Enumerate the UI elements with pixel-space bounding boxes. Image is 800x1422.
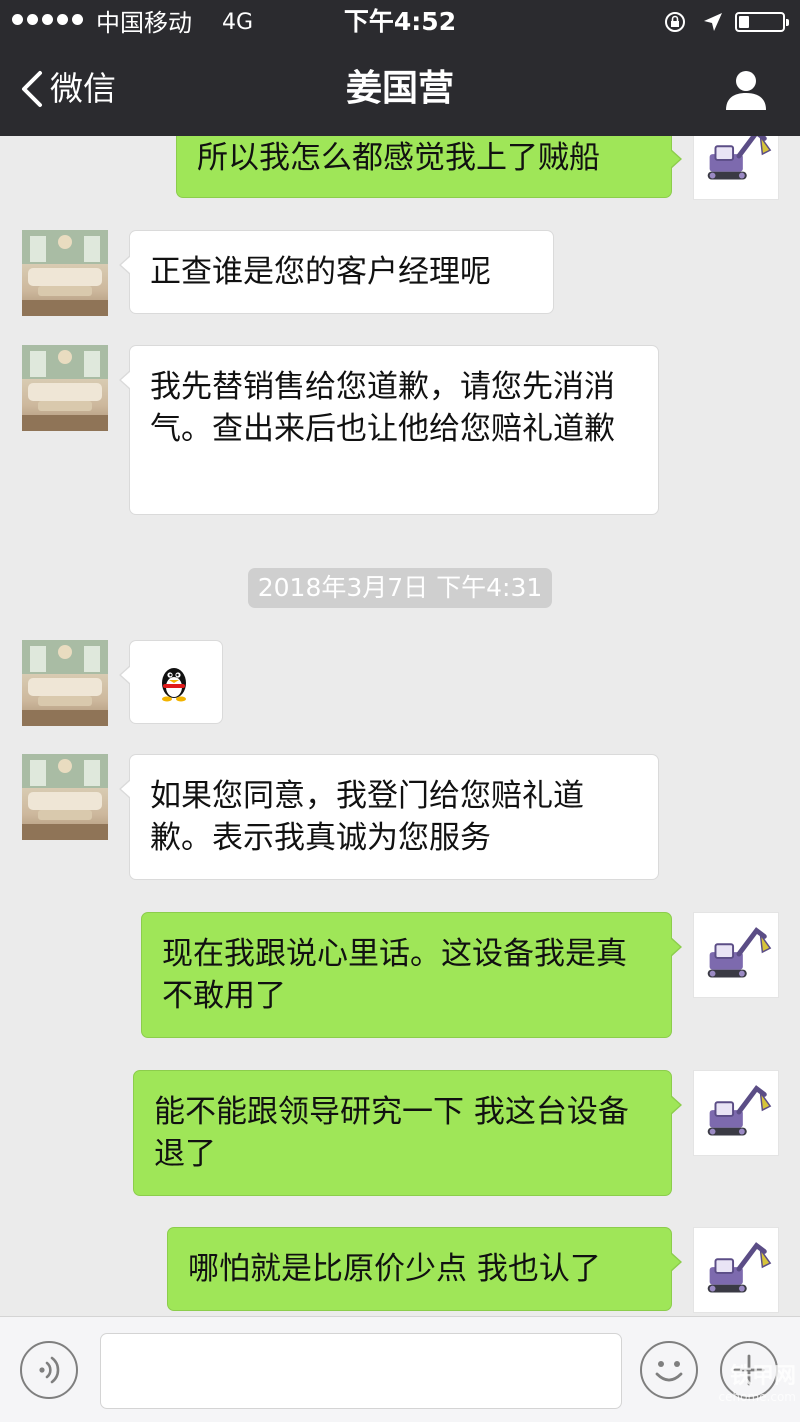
contact-profile-icon[interactable] [724,68,768,112]
smiley-face-icon [655,1361,683,1382]
excavator-avatar-icon [707,1242,772,1293]
chevron-left-icon [22,71,42,107]
qq-penguin-emoji-icon [162,668,186,702]
back-label: 微信 [50,69,116,108]
self-avatar[interactable] [693,1070,779,1156]
voice-wave-icon [39,1356,60,1384]
sofa-room-avatar-icon [22,640,108,726]
contact-avatar[interactable] [22,640,108,726]
self-avatar[interactable] [693,1227,779,1313]
excavator-avatar-icon [707,1085,772,1136]
self-avatar[interactable] [693,912,779,998]
message-input[interactable] [100,1333,622,1409]
chat-title: 姜国营 [345,68,454,109]
sofa-room-avatar-icon [22,345,108,431]
contact-avatar[interactable] [22,754,108,840]
message-bubble-self[interactable]: 所以我怎么都感觉我上了贼船 [176,136,682,198]
contact-avatar[interactable] [22,345,108,431]
status-time: 下午4:52 [343,7,457,36]
carrier-name: 中国移动 [96,9,192,37]
message-bubble-contact[interactable]: 我先替销售给您道歉，请您先消消气。查出来后也让他给您赔礼道歉 [119,345,659,515]
nav-bar: 微信 姜国营 [0,44,800,136]
voice-input-button[interactable] [20,1341,78,1399]
emoji-button[interactable] [640,1341,698,1399]
excavator-avatar-icon [707,927,772,978]
message-bubble-self[interactable]: 现在我跟说心里话。这设备我是真不敢用了 [141,912,682,1038]
rotation-lock-icon [665,12,685,32]
network-type: 4G [222,10,254,35]
excavator-avatar-icon [707,136,772,180]
chat-messages[interactable]: 所以我怎么都感觉我上了贼船 正查谁是您的客户经理呢 我先替销售给您道歉，请您先消… [0,136,800,1316]
message-bubble-emoji[interactable] [119,640,223,724]
message-bubble-self[interactable]: 能不能跟领导研究一下 我这台设备退了 [133,1070,682,1196]
sofa-room-avatar-icon [22,230,108,316]
contact-avatar[interactable] [22,230,108,316]
signal-strength-icon [12,14,83,25]
self-avatar[interactable] [693,136,779,200]
battery-icon [735,12,789,32]
sofa-room-avatar-icon [22,754,108,840]
message-bubble-contact[interactable]: 如果您同意，我登门给您赔礼道歉。表示我真诚为您服务 [119,754,659,880]
back-button[interactable]: 微信 [18,66,116,112]
message-timestamp: 2018年3月7日 下午4:31 [248,568,552,608]
status-bar: 中国移动 4G 下午4:52 [0,0,800,44]
message-bubble-self[interactable]: 哪怕就是比原价少点 我也认了 [167,1227,682,1311]
input-bar [0,1316,800,1422]
more-options-button[interactable] [720,1341,778,1399]
plus-icon [733,1354,765,1386]
location-arrow-icon [704,13,722,31]
message-bubble-contact[interactable]: 正查谁是您的客户经理呢 [119,230,554,314]
